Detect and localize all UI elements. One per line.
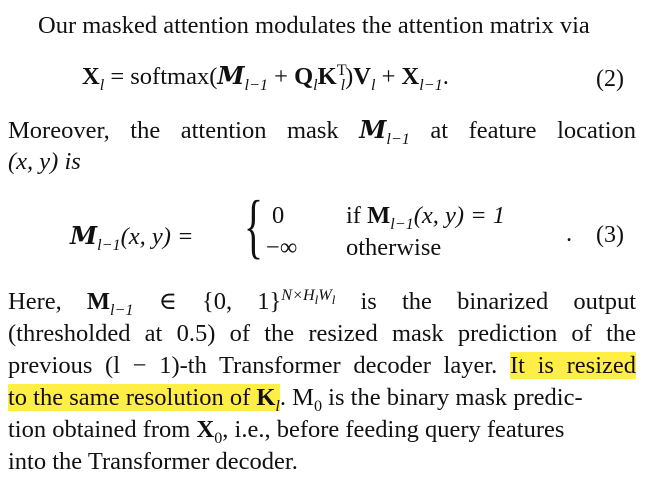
eq2-softmax: = softmax( bbox=[110, 63, 218, 90]
highlight-1: It is resized bbox=[509, 352, 637, 379]
equation-3-number: (3) bbox=[596, 222, 624, 248]
para2-line4: to the same resolution of Kl. M0 is the … bbox=[8, 384, 583, 415]
highlight-2: to the same resolution of Kl bbox=[8, 384, 280, 415]
intro-line: Our masked attention modulates the atten… bbox=[38, 12, 590, 39]
mask-symbol: M bbox=[217, 61, 245, 90]
equation-2-number: (2) bbox=[596, 66, 624, 92]
eq3-case2-cond: otherwise bbox=[346, 234, 442, 261]
equation-3-lhs: Ml−1(x, y) = bbox=[70, 221, 194, 254]
para1-line1: Moreover, the attention mask Ml−1 at fea… bbox=[8, 115, 637, 148]
para2-line2: (thresholded at 0.5) of the resized mask… bbox=[8, 320, 636, 347]
para2-line5: tion obtained from X0, i.e., before feed… bbox=[8, 416, 565, 447]
eq3-case1-cond: if Ml−1(x, y) = 1 bbox=[346, 202, 506, 233]
eq3-case1-value: 0 bbox=[272, 202, 285, 229]
para2-line3: previous (l − 1)-th Transformer decoder … bbox=[8, 352, 637, 379]
eq3-case2-value: −∞ bbox=[266, 234, 298, 261]
equation-2: Xl = softmax(Ml−1 + QlKTl)Vl + Xl−1. bbox=[82, 61, 449, 94]
eq3-period: . bbox=[566, 220, 573, 247]
para2-line1: Here, Ml−1 ∈ {0, 1}N×HlWl is the binariz… bbox=[8, 286, 637, 319]
eq2-lhs: X bbox=[82, 63, 100, 90]
para1-line2: (x, y) is bbox=[8, 148, 81, 175]
para2-line6: into the Transformer decoder. bbox=[8, 448, 298, 475]
left-brace: { bbox=[244, 186, 264, 266]
